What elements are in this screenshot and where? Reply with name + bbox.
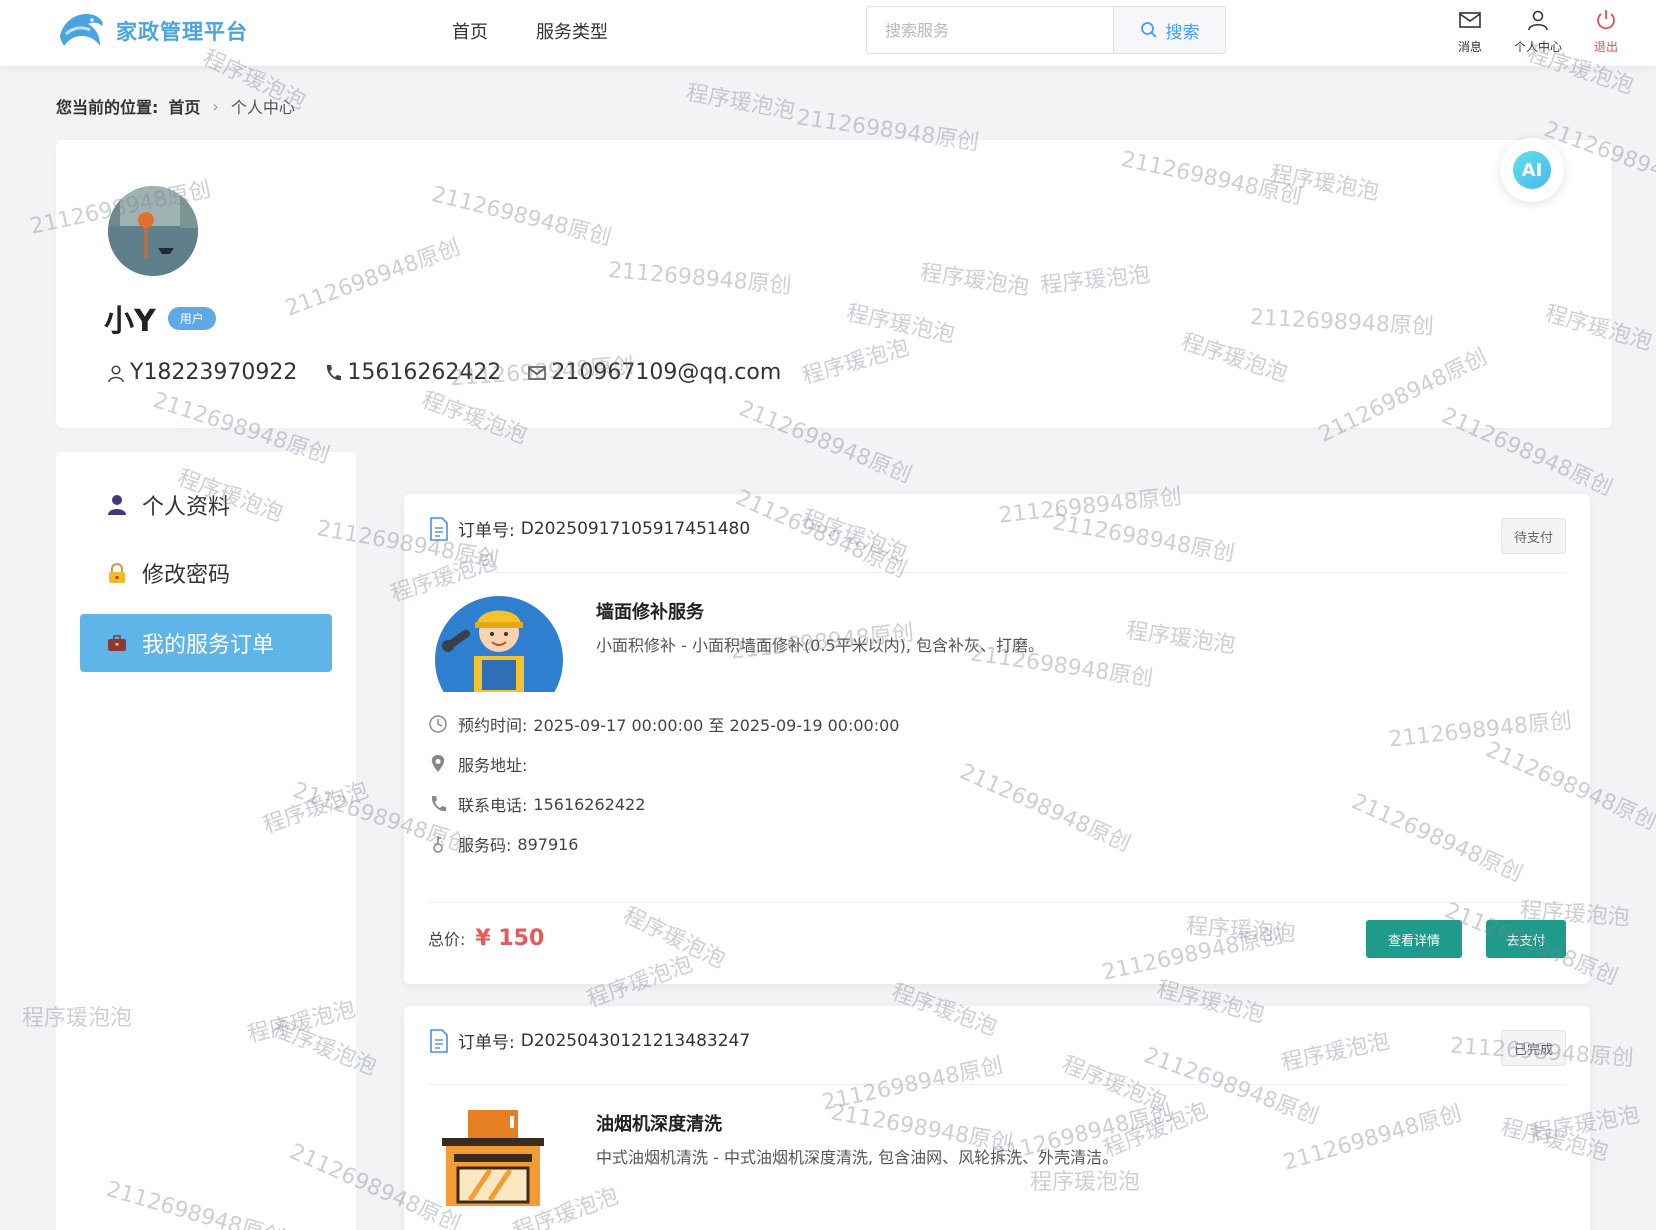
service-title: 墙面修补服务 [596,602,704,623]
service-description: 小面积修补 - 小面积墙面修补(0.5平米以内), 包含补灰、打磨。 [596,636,1045,655]
search-button[interactable]: 搜索 [1113,7,1225,53]
service-code-label: 服务码: [458,836,512,855]
user-name: 小Y [104,304,156,339]
search-input[interactable] [867,7,1113,53]
search-icon [1140,22,1157,38]
top-header: 家政管理平台 首页 服务类型 搜索 消息 个人中心 退出 [0,0,1656,66]
view-details-button[interactable]: 查看详情 [1366,920,1462,958]
divider [428,572,1566,573]
service-image [434,594,564,692]
messages-button[interactable]: 消息 [1446,6,1494,55]
briefcase-icon [108,635,126,651]
email-item: 210967109@qq.com [527,360,781,385]
contact-phone-value: 15616262422 [533,794,646,814]
total-label: 总价: [428,930,466,949]
sidebar-item-label: 修改密码 [142,563,231,588]
order-number-label: 订单号: [458,1033,515,1053]
messages-label: 消息 [1457,40,1482,54]
nav-home[interactable]: 首页 [452,18,488,44]
phone-item: 15616262422 [323,360,501,385]
phone-icon [327,364,342,380]
email-text: 210967109@qq.com [551,360,782,385]
avatar-painting-icon [108,186,198,276]
service-image [434,1108,550,1206]
service-code-row: 服务码: 897916 [428,832,578,856]
phone-icon [431,796,446,812]
power-icon [1597,10,1615,30]
sidebar-item-orders[interactable]: 我的服务订单 [80,614,332,672]
profile-label: 个人中心 [1514,40,1563,54]
contact-phone-label: 联系电话: [458,796,528,815]
search-button-label: 搜索 [1165,22,1200,43]
order-number-label: 订单号: [458,521,515,541]
ai-label: AI [1513,151,1551,189]
breadcrumb-current: 个人中心 [230,98,295,117]
order-number-row: 订单号: D20250917105917451480 [428,516,750,541]
user-icon [108,495,126,515]
watermark: 程序瑗泡泡 [684,80,797,125]
sidebar: 个人资料 修改密码 我的服务订单 [56,452,356,1230]
user-name-row: 小Y 用户 [104,296,216,340]
order-card: 订单号: D20250917105917451480 待支付 墙面修补服务 小面… [404,494,1590,984]
repairman-illustration-icon [435,596,563,692]
dolphin-logo-icon [60,14,103,46]
pay-button[interactable]: 去支付 [1486,920,1566,958]
status-badge: 待支付 [1500,518,1566,554]
document-icon [430,1028,448,1053]
service-code-value: 897916 [517,834,579,854]
location-pin-icon [431,755,445,772]
nav-service-types[interactable]: 服务类型 [536,18,608,44]
address-label: 服务地址: [458,756,528,775]
breadcrumb: 您当前的位置: 首页 › 个人中心 [56,94,295,118]
total-price-row: 总价: ¥ 150 [428,926,544,951]
logout-button[interactable]: 退出 [1582,6,1630,55]
profile-card: 小Y 用户 Y18223970922 15616262422 210967109… [56,138,1612,428]
order-number: D20250430121213483247 [520,1030,751,1051]
service-description: 中式油烟机清洗 - 中式油烟机深度清洗, 包含油网、风轮拆洗、外壳清洁。 [596,1148,1119,1167]
header-actions: 消息 个人中心 退出 [1446,6,1630,55]
phone-text: 15616262422 [347,360,502,385]
range-hood-illustration-icon [442,1110,544,1206]
contact-row: Y18223970922 15616262422 210967109@qq.co… [106,360,807,385]
logout-label: 退出 [1593,40,1618,54]
order-number: D20250917105917451480 [520,518,751,539]
contact-phone-row: 联系电话: 15616262422 [428,792,645,816]
order-card: 订单号: D20250430121213483247 已完成 油烟机深度清洗 中… [404,1006,1590,1230]
avatar [108,186,198,276]
ai-assistant-button[interactable]: AI [1500,138,1564,202]
breadcrumb-home[interactable]: 首页 [168,94,200,118]
service-title: 油烟机深度清洗 [596,1114,722,1135]
status-badge: 已完成 [1500,1030,1566,1066]
main-nav: 首页 服务类型 [452,18,608,44]
search-bar: 搜索 [866,6,1226,54]
sidebar-item-label: 个人资料 [142,495,231,520]
logo-text: 家政管理平台 [116,20,248,44]
document-icon [430,516,448,541]
lock-icon [109,562,125,583]
divider [428,1084,1566,1085]
key-icon [433,836,443,853]
appointment-time-label: 预约时间: [458,716,528,735]
role-badge: 用户 [167,306,216,330]
username-item: Y18223970922 [106,360,297,385]
sidebar-item-profile[interactable]: 个人资料 [80,476,332,534]
divider [428,902,1566,903]
username-text: Y18223970922 [130,360,298,385]
mail-icon [1459,12,1481,28]
sidebar-item-password[interactable]: 修改密码 [80,544,332,602]
logo[interactable]: 家政管理平台 [56,6,248,56]
breadcrumb-label: 您当前的位置: [56,98,159,117]
address-row: 服务地址: [428,752,533,776]
total-price: ¥ 150 [475,926,545,951]
order-number-row: 订单号: D20250430121213483247 [428,1028,750,1053]
profile-button[interactable]: 个人中心 [1514,6,1562,55]
appointment-time-value: 2025-09-17 00:00:00 至 2025-09-19 00:00:0… [533,716,900,735]
chevron-right-icon: › [212,96,219,116]
mail-icon [528,365,547,380]
appointment-time-row: 预约时间: 2025-09-17 00:00:00 至 2025-09-19 0… [428,712,899,736]
user-icon [1528,10,1548,31]
user-icon [108,364,124,382]
clock-icon [429,715,447,733]
sidebar-item-label: 我的服务订单 [142,633,275,658]
